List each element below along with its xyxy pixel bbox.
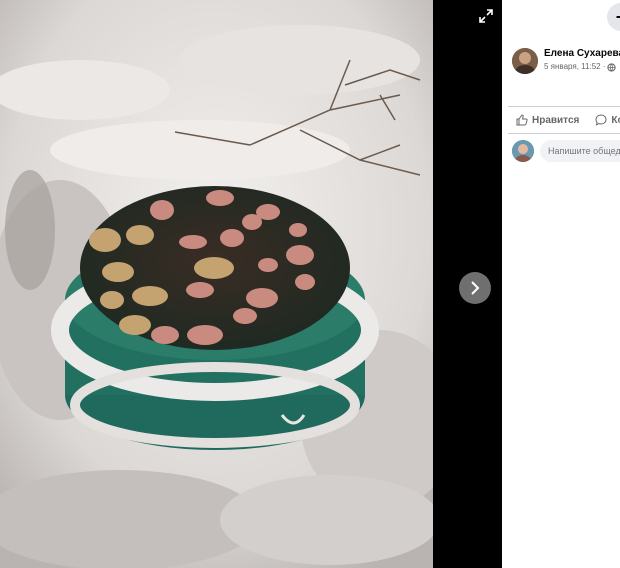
post-side-panel: + Елена Сухарева 5 января, 11:52 · [502, 0, 620, 568]
comment-input[interactable] [540, 140, 620, 162]
create-button[interactable]: + [607, 3, 620, 31]
thumbs-up-icon [516, 114, 528, 126]
post-author: Елена Сухарева 5 января, 11:52 · [512, 48, 620, 74]
post-date[interactable]: 5 января, 11:52 · [544, 60, 605, 74]
author-meta: Елена Сухарева 5 января, 11:52 · [544, 48, 620, 74]
comment-composer [512, 140, 620, 162]
photo-viewer [0, 0, 502, 568]
avatar[interactable] [512, 140, 534, 162]
expand-icon [479, 9, 493, 23]
expand-button[interactable] [474, 4, 498, 28]
avatar[interactable] [512, 48, 538, 74]
like-label: Нравится [532, 114, 580, 126]
comment-label: Комментировать [611, 114, 620, 126]
comment-icon [595, 114, 607, 126]
chevron-right-icon [471, 281, 480, 295]
post-photo [0, 0, 433, 568]
like-button[interactable]: Нравится [508, 114, 579, 126]
globe-icon [607, 62, 617, 72]
post-date-row: 5 января, 11:52 · [544, 60, 620, 74]
create-button-label: + [616, 7, 620, 28]
author-name[interactable]: Елена Сухарева [544, 48, 620, 60]
comment-button[interactable]: Комментировать [587, 114, 620, 126]
next-photo-button[interactable] [459, 272, 491, 304]
post-actions: Нравится Комментировать [508, 106, 620, 134]
